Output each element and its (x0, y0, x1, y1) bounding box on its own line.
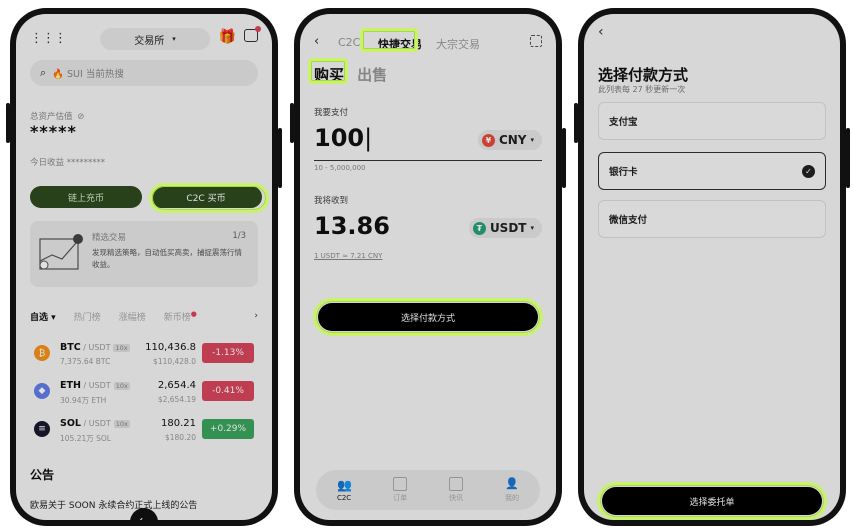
phone-quick-trade: ‹ C2C 快捷交易 大宗交易 购买 出售 我要支付 100| ¥ CNY ▾ … (290, 8, 566, 526)
check-icon: ✓ (802, 165, 815, 178)
search-bar[interactable]: ⌕ 🔥 SUI 当前热搜 (30, 60, 258, 86)
total-assets-value: ***** (30, 122, 77, 141)
tab-block-trade[interactable]: 大宗交易 (436, 36, 480, 52)
option-bank-card[interactable]: 银行卡 ✓ (598, 152, 826, 190)
highlight-quick-trade-tab (360, 28, 418, 52)
nav-orders[interactable]: 订单 (393, 477, 408, 503)
change-badge: -1.13% (202, 343, 254, 363)
payment-method-screen: ‹ 选择付款方式 此列表每 27 秒更新一次 支付宝 银行卡 ✓ 微信支付 选择… (584, 14, 840, 520)
coin-price: 110,436.8 (145, 342, 196, 353)
coin-symbol: ETH / USDT 10x (60, 380, 130, 391)
total-assets-label: 总资产估值 ⊘ (30, 112, 85, 122)
news-icon (449, 477, 464, 491)
eth-icon: ◆ (34, 383, 50, 399)
featured-title: 精选交易 (92, 233, 127, 243)
coin-price: 180.21 (161, 418, 196, 429)
back-arrow-icon[interactable]: ‹ (314, 34, 319, 49)
change-badge: -0.41% (202, 381, 254, 401)
caret-down-icon: ▾ (530, 224, 534, 232)
top-bar: ⋮⋮⋮ 交易所 ▾ 🎁 (30, 26, 261, 50)
coin-price: 2,654.4 (157, 380, 196, 391)
pay-label: 我要支付 (314, 108, 349, 118)
announcement-item[interactable]: 欧易关于 SOON 永续合约正式上线的公告 (30, 498, 197, 511)
gift-icon[interactable]: 🎁 (219, 29, 236, 45)
message-icon[interactable] (244, 26, 261, 42)
tab-gainers[interactable]: 涨幅榜 (119, 310, 146, 323)
change-badge: +0.29% (202, 419, 254, 439)
sol-icon: ≡ (34, 421, 50, 437)
home-screen: ⋮⋮⋮ 交易所 ▾ 🎁 ⌕ 🔥 SUI 当前热搜 总资产估值 ⊘ ***** 今… (16, 14, 272, 520)
refresh-note: 此列表每 27 秒更新一次 (598, 85, 686, 94)
featured-description: 发现精选策略，自动低买高卖，捕捉震荡行情收益。 (92, 248, 242, 269)
market-tabs: 自选 ▾ 热门榜 涨幅榜 新币榜● › (30, 308, 258, 324)
users-icon: 👥 (337, 478, 353, 492)
phone-home: ⋮⋮⋮ 交易所 ▾ 🎁 ⌕ 🔥 SUI 当前热搜 总资产估值 ⊘ ***** 今… (6, 8, 282, 526)
onchain-deposit-button[interactable]: 链上充币 (30, 186, 142, 208)
cny-icon: ¥ (481, 133, 495, 147)
coin-usd-price: $2,654.19 (157, 395, 196, 404)
usdt-icon: ₮ (472, 221, 486, 235)
search-icon: ⌕ (40, 66, 47, 79)
option-alipay[interactable]: 支付宝 (598, 102, 826, 140)
featured-trade-card[interactable]: 精选交易 1/3 发现精选策略，自动低买高卖，捕捉震荡行情收益。 (30, 221, 258, 287)
orders-icon (393, 477, 408, 491)
back-arrow-icon[interactable]: ‹ (598, 24, 604, 40)
grid-menu-icon[interactable]: ⋮⋮⋮ (30, 31, 67, 46)
coin-volume: 7,375.64 BTC (60, 357, 111, 366)
receive-label: 我将收到 (314, 196, 349, 206)
nav-profile[interactable]: 👤 我的 (505, 477, 519, 503)
top-nav: ‹ C2C 快捷交易 大宗交易 (314, 34, 542, 54)
quick-trade-screen: ‹ C2C 快捷交易 大宗交易 购买 出售 我要支付 100| ¥ CNY ▾ … (300, 14, 556, 520)
receive-currency-select[interactable]: ₮ USDT ▾ (468, 218, 542, 238)
btc-icon: ₿ (34, 345, 50, 361)
pay-range: 10 - 5,000,000 (314, 164, 366, 172)
chevron-right-icon[interactable]: › (254, 311, 258, 321)
caret-down-icon: ▾ (530, 136, 534, 144)
exchange-rate: 1 USDT ≈ 7.21 CNY (314, 252, 383, 260)
tab-c2c[interactable]: C2C (338, 36, 360, 49)
tab-favorites[interactable]: 自选 ▾ (30, 310, 56, 323)
pay-currency-select[interactable]: ¥ CNY ▾ (477, 130, 542, 150)
nav-news[interactable]: 快讯 (449, 477, 464, 503)
pay-amount-input[interactable]: 100| (314, 124, 372, 152)
coin-usd-price: $180.20 (164, 433, 196, 442)
tab-new[interactable]: 新币榜● (164, 310, 197, 323)
nav-c2c[interactable]: 👥 C2C (337, 478, 353, 502)
highlight-select-order (597, 482, 827, 520)
notification-dot (255, 26, 261, 32)
coin-symbol: SOL / USDT 10x (60, 418, 130, 429)
scan-icon[interactable] (530, 35, 542, 47)
phone-payment-method: ‹ 选择付款方式 此列表每 27 秒更新一次 支付宝 银行卡 ✓ 微信支付 选择… (574, 8, 850, 526)
today-pnl: 今日收益 ********* (30, 158, 105, 168)
chart-illustration-icon (39, 234, 83, 270)
coin-symbol: BTC / USDT 10x (60, 342, 130, 353)
receive-amount: 13.86 (314, 212, 390, 240)
coin-row-sol[interactable]: ≡ SOL / USDT 10x 105.21万 SOL 180.21 $180.… (30, 415, 258, 447)
highlight-select-payment (313, 298, 543, 336)
tab-hot[interactable]: 热门榜 (74, 310, 101, 323)
highlight-c2c-buy (149, 183, 269, 213)
eye-off-icon[interactable]: ⊘ (77, 112, 84, 122)
search-placeholder: 🔥 SUI 当前热搜 (52, 69, 124, 80)
coin-volume: 105.21万 SOL (60, 434, 111, 443)
caret-down-icon: ▾ (172, 35, 176, 43)
page-title: 选择付款方式 (598, 66, 689, 84)
user-icon: 👤 (505, 477, 519, 490)
featured-counter: 1/3 (232, 231, 246, 241)
option-wechat-pay[interactable]: 微信支付 (598, 200, 826, 238)
announcement-title: 公告 (30, 468, 55, 482)
exchange-switch[interactable]: 交易所 ▾ (100, 28, 210, 50)
dim-overlay (300, 14, 556, 520)
bottom-nav: 👥 C2C 订单 快讯 👤 我的 (316, 470, 540, 510)
highlight-buy-tab (308, 58, 348, 84)
tab-sell[interactable]: 出售 (357, 66, 387, 84)
coin-row-eth[interactable]: ◆ ETH / USDT 10x 30.94万 ETH 2,654.4 $2,65… (30, 377, 258, 409)
coin-usd-price: $110,428.0 (153, 357, 196, 366)
coin-volume: 30.94万 ETH (60, 396, 107, 405)
input-divider (314, 160, 542, 161)
coin-row-btc[interactable]: ₿ BTC / USDT 10x 7,375.64 BTC 110,436.8 $… (30, 339, 258, 371)
exchange-label: 交易所 (134, 35, 165, 47)
